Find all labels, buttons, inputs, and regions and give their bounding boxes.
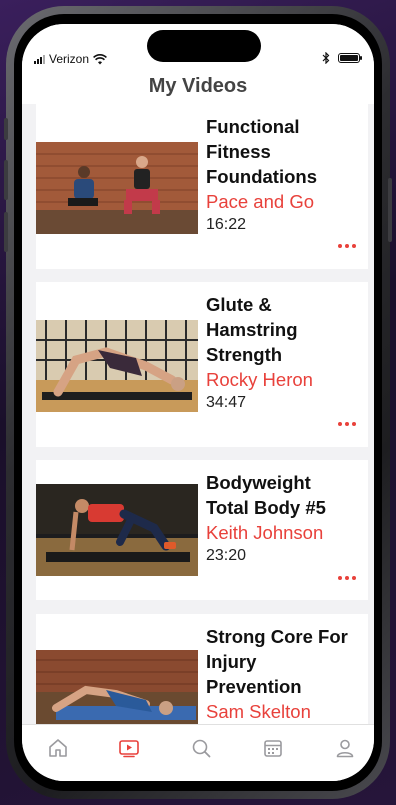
calendar-icon <box>264 740 282 757</box>
video-title: Glute & Hamstring Strength <box>206 294 298 365</box>
thumbnail-image-squat <box>36 142 198 234</box>
carrier-info: Verizon <box>34 52 107 66</box>
video-instructor[interactable]: Rocky Heron <box>206 367 360 392</box>
video-info: Glute & Hamstring Strength Rocky Heron 3… <box>206 292 360 414</box>
page-title: My Videos <box>148 74 248 97</box>
video-list[interactable]: Functional Fitness Foundations Pace and … <box>22 104 374 724</box>
video-thumbnail[interactable] <box>36 320 198 412</box>
tab-search[interactable] <box>190 737 212 759</box>
more-options-button[interactable] <box>338 576 356 580</box>
more-options-button[interactable] <box>338 244 356 248</box>
video-instructor[interactable]: Sam Skelton <box>206 699 360 724</box>
cellular-signal-icon <box>34 54 45 64</box>
video-thumbnail[interactable] <box>36 142 198 234</box>
wifi-icon <box>93 53 107 64</box>
video-instructor[interactable]: Keith Johnson <box>206 520 360 545</box>
bluetooth-icon <box>322 52 330 64</box>
thumbnail-image-core-bridge <box>36 650 198 724</box>
power-button <box>388 178 392 242</box>
status-right <box>322 52 362 64</box>
profile-icon <box>336 739 354 758</box>
silent-switch <box>4 118 8 140</box>
tab-bar <box>22 724 374 781</box>
video-card[interactable]: Bodyweight Total Body #5 Keith Johnson 2… <box>36 460 368 600</box>
nav-bar: My Videos <box>22 68 374 104</box>
thumbnail-image-plank <box>36 484 198 576</box>
video-card[interactable]: Glute & Hamstring Strength Rocky Heron 3… <box>36 282 368 447</box>
video-title: Functional Fitness Foundations <box>206 116 317 187</box>
carrier-name: Verizon <box>49 52 90 66</box>
tab-schedule[interactable] <box>262 737 284 759</box>
tab-my-videos[interactable] <box>118 737 140 759</box>
video-title: Bodyweight Total Body #5 <box>206 472 326 518</box>
video-thumbnail[interactable] <box>36 650 198 724</box>
more-options-button[interactable] <box>338 422 356 426</box>
video-title: Strong Core For Injury Prevention <box>206 626 348 697</box>
video-duration: 16:22 <box>206 216 247 233</box>
home-icon <box>49 739 67 757</box>
app-screen: Verizon My Videos Functional Fitness Fou… <box>22 24 374 781</box>
video-duration: 34:47 <box>206 394 247 411</box>
volume-down-button <box>4 212 8 252</box>
thumbnail-image-glute-bridge <box>36 320 198 412</box>
dynamic-island <box>147 30 261 62</box>
search-icon <box>192 739 211 758</box>
video-card[interactable]: Functional Fitness Foundations Pace and … <box>36 104 368 269</box>
video-thumbnail[interactable] <box>36 484 198 576</box>
video-duration: 23:20 <box>206 547 247 564</box>
battery-icon <box>338 53 362 63</box>
video-info: Strong Core For Injury Prevention Sam Sk… <box>206 624 360 724</box>
tab-home[interactable] <box>47 737 69 759</box>
video-info: Functional Fitness Foundations Pace and … <box>206 114 360 236</box>
video-card[interactable]: Strong Core For Injury Prevention Sam Sk… <box>36 614 368 724</box>
volume-up-button <box>4 160 8 200</box>
tab-profile[interactable] <box>334 737 356 759</box>
play-video-icon <box>119 740 139 758</box>
video-instructor[interactable]: Pace and Go <box>206 189 360 214</box>
video-info: Bodyweight Total Body #5 Keith Johnson 2… <box>206 470 360 567</box>
